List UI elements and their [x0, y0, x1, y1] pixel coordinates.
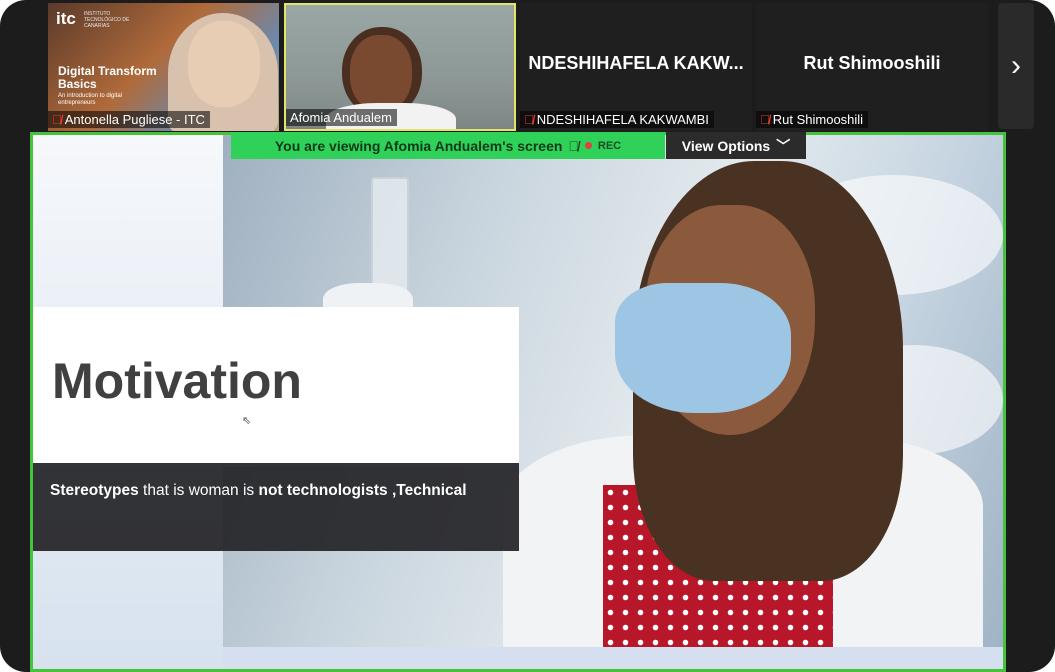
participant-display-name: Rut Shimooshili: [803, 53, 941, 73]
mouse-cursor-icon: ⇖: [242, 415, 252, 427]
share-banner-text: You are viewing Afomia Andualem's screen: [274, 137, 563, 154]
participant-name: Rut Shimooshili: [772, 112, 864, 127]
screen-share-banner: You are viewing Afomia Andualem's screen…: [231, 132, 665, 159]
participant-name: NDESHIHAFELA KAKWAMBI: [536, 112, 709, 127]
mic-muted-icon: 🎙̸: [524, 112, 534, 127]
face-mask-image: [615, 283, 791, 413]
view-options-button[interactable]: View Options ﹀: [666, 132, 806, 159]
chevron-right-icon: ›: [1011, 49, 1021, 82]
recording-label: REC: [597, 139, 622, 152]
itc-logo: itc: [56, 9, 76, 28]
view-options-label: View Options: [681, 137, 771, 154]
participant-name-tag: 🎙̸ NDESHIHAFELA KAKWAMBI: [520, 111, 714, 128]
slide-caption: Stereotypes that is woman is not technol…: [50, 482, 467, 499]
participant-tile-afomia[interactable]: Afomia Andualem: [284, 3, 516, 131]
slide-title: Motivation: [52, 353, 302, 409]
mic-muted-icon: 🎙̸: [760, 112, 770, 127]
slide-title-box: Motivation ⇖: [33, 307, 519, 467]
participant-name: Antonella Pugliese - ITC: [64, 112, 205, 127]
participant-name-tag: Afomia Andualem: [286, 109, 397, 126]
mic-muted-icon: 🎙̸: [568, 137, 579, 154]
participant-name-tag: 🎙̸ Antonella Pugliese - ITC: [48, 111, 210, 128]
zoom-meeting-window: itc INSTITUTO TECNOLÓGICO DE CANARIAS Di…: [0, 0, 1055, 672]
participant-name: Afomia Andualem: [290, 110, 392, 125]
slide-caption-box: Stereotypes that is woman is not technol…: [33, 463, 519, 551]
recording-dot-icon: [584, 142, 592, 149]
participant-display-name: NDESHIHAFELA KAKW...: [528, 53, 744, 73]
slide-bottom-strip: [223, 647, 1003, 669]
participant-face: [188, 21, 260, 107]
participant-name-tag: 🎙̸ Rut Shimooshili: [756, 111, 869, 128]
chevron-down-icon: ﹀: [776, 137, 791, 154]
shared-screen: Motivation ⇖ Stereotypes that is woman i…: [30, 132, 1006, 672]
participant-tile-rut[interactable]: Rut Shimooshili 🎙̸ Rut Shimooshili: [756, 3, 988, 131]
mic-muted-icon: 🎙̸: [52, 112, 62, 127]
gallery-next-button[interactable]: ›: [998, 3, 1034, 129]
participant-tile-antonella[interactable]: itc INSTITUTO TECNOLÓGICO DE CANARIAS Di…: [48, 3, 279, 131]
participant-tile-ndeshihafela[interactable]: NDESHIHAFELA KAKW... 🎙̸ NDESHIHAFELA KAK…: [520, 3, 752, 131]
mini-slide-title: Digital Transform Basics: [58, 64, 157, 91]
participant-face: [350, 35, 412, 111]
itc-logo-subtitle: INSTITUTO TECNOLÓGICO DE CANARIAS: [84, 11, 130, 29]
mini-slide-subtitle: An introduction to digital entrepreneurs: [58, 93, 123, 106]
